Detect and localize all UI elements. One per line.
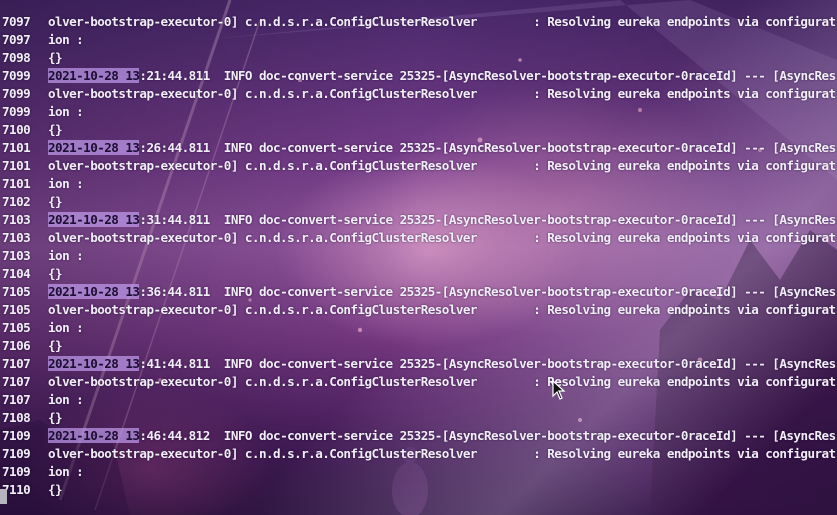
terminal-line: 7103 ion : xyxy=(0,247,84,265)
line-text: {} xyxy=(48,410,63,425)
line-text: ion : xyxy=(48,464,84,479)
line-text: :31:44.811 INFO doc-convert-service 2532… xyxy=(139,212,836,227)
line-number: 7103 xyxy=(2,212,31,227)
line-text: olver-bootstrap-executor-0] c.n.d.s.r.a.… xyxy=(48,374,836,389)
search-highlight: 2021-10-28 13 xyxy=(48,356,140,371)
terminal-line: 7109 2021-10-28 13:46:44.812 INFO doc-con… xyxy=(0,427,836,445)
line-text: olver-bootstrap-executor-0] c.n.d.s.r.a.… xyxy=(48,302,836,317)
terminal-line: 7109 ion : xyxy=(0,463,84,481)
line-number: 7106 xyxy=(2,338,31,353)
line-text: olver-bootstrap-executor-0] c.n.d.s.r.a.… xyxy=(48,14,836,29)
line-text: {} xyxy=(48,194,63,209)
line-text: olver-bootstrap-executor-0] c.n.d.s.r.a.… xyxy=(48,446,836,461)
line-text: ion : xyxy=(48,32,84,47)
line-number: 7103 xyxy=(2,230,31,245)
terminal-line: 7100 {} xyxy=(0,121,63,139)
line-number: 7102 xyxy=(2,194,31,209)
line-text: :46:44.812 INFO doc-convert-service 2532… xyxy=(139,428,836,443)
line-text: :41:44.811 INFO doc-convert-service 2532… xyxy=(139,356,836,371)
line-text: {} xyxy=(48,338,63,353)
terminal-output[interactable]: 7097 olver-bootstrap-executor-0] c.n.d.s.… xyxy=(0,0,837,515)
line-text: {} xyxy=(48,50,63,65)
line-number: 7108 xyxy=(2,410,31,425)
terminal-line: 7099 olver-bootstrap-executor-0] c.n.d.s.… xyxy=(0,85,836,103)
search-highlight: 2021-10-28 13 xyxy=(48,140,140,155)
line-number: 7101 xyxy=(2,140,31,155)
terminal-line: 7103 olver-bootstrap-executor-0] c.n.d.s.… xyxy=(0,229,836,247)
line-text: :26:44.811 INFO doc-convert-service 2532… xyxy=(139,140,836,155)
line-number: 7107 xyxy=(2,356,31,371)
line-text: :21:44.811 INFO doc-convert-service 2532… xyxy=(139,68,836,83)
line-number: 7110 xyxy=(2,482,31,497)
line-number: 7099 xyxy=(2,104,31,119)
line-number: 7097 xyxy=(2,14,31,29)
line-number: 7099 xyxy=(2,86,31,101)
terminal-line: 7107 ion : xyxy=(0,391,84,409)
terminal-line: 7102 {} xyxy=(0,193,63,211)
line-number: 7101 xyxy=(2,176,31,191)
terminal-line: 7101 2021-10-28 13:26:44.811 INFO doc-con… xyxy=(0,139,836,157)
line-text: olver-bootstrap-executor-0] c.n.d.s.r.a.… xyxy=(48,158,836,173)
line-text: olver-bootstrap-executor-0] c.n.d.s.r.a.… xyxy=(48,230,836,245)
search-highlight: 2021-10-28 13 xyxy=(48,428,140,443)
line-number: 7097 xyxy=(2,32,31,47)
terminal-line: 7107 2021-10-28 13:41:44.811 INFO doc-con… xyxy=(0,355,836,373)
line-text: ion : xyxy=(48,176,84,191)
terminal-line: 7104 {} xyxy=(0,265,63,283)
terminal-line: 7099 2021-10-28 13:21:44.811 INFO doc-con… xyxy=(0,67,836,85)
line-number: 7105 xyxy=(2,284,31,299)
terminal-line: 7109 olver-bootstrap-executor-0] c.n.d.s.… xyxy=(0,445,836,463)
terminal-line: 7105 olver-bootstrap-executor-0] c.n.d.s.… xyxy=(0,301,836,319)
line-number: 7105 xyxy=(2,320,31,335)
terminal-line: 7106 {} xyxy=(0,337,63,355)
terminal-line: 7097 ion : xyxy=(0,31,84,49)
line-number: 7105 xyxy=(2,302,31,317)
search-highlight: 2021-10-28 13 xyxy=(48,68,140,83)
line-text: :36:44.811 INFO doc-convert-service 2532… xyxy=(139,284,836,299)
line-text: ion : xyxy=(48,392,84,407)
terminal-line: 7108 {} xyxy=(0,409,63,427)
line-number: 7104 xyxy=(2,266,31,281)
terminal-line: 7099 ion : xyxy=(0,103,84,121)
search-highlight: 2021-10-28 13 xyxy=(48,284,140,299)
terminal-line: 7107 olver-bootstrap-executor-0] c.n.d.s.… xyxy=(0,373,836,391)
line-number: 7107 xyxy=(2,392,31,407)
line-number: 7098 xyxy=(2,50,31,65)
line-number: 7107 xyxy=(2,374,31,389)
terminal-line: 7101 olver-bootstrap-executor-0] c.n.d.s.… xyxy=(0,157,836,175)
terminal-line: 7101 ion : xyxy=(0,175,84,193)
line-text: {} xyxy=(48,266,63,281)
line-number: 7103 xyxy=(2,248,31,263)
line-number: 7099 xyxy=(2,68,31,83)
line-text: {} xyxy=(48,482,63,497)
terminal-line: 7097 olver-bootstrap-executor-0] c.n.d.s.… xyxy=(0,13,836,31)
terminal-line: 7105 ion : xyxy=(0,319,84,337)
line-number: 7109 xyxy=(2,464,31,479)
line-text: ion : xyxy=(48,248,84,263)
terminal-line: 7103 2021-10-28 13:31:44.811 INFO doc-con… xyxy=(0,211,836,229)
terminal-cursor xyxy=(0,489,7,504)
line-number: 7100 xyxy=(2,122,31,137)
line-text: ion : xyxy=(48,104,84,119)
line-text: {} xyxy=(48,122,63,137)
search-highlight: 2021-10-28 13 xyxy=(48,212,140,227)
terminal-line: 7098 {} xyxy=(0,49,63,67)
terminal-line: 7105 2021-10-28 13:36:44.811 INFO doc-con… xyxy=(0,283,836,301)
line-text: olver-bootstrap-executor-0] c.n.d.s.r.a.… xyxy=(48,86,836,101)
line-number: 7109 xyxy=(2,446,31,461)
line-number: 7109 xyxy=(2,428,31,443)
mouse-pointer-icon xyxy=(552,380,566,400)
line-text: ion : xyxy=(48,320,84,335)
line-number: 7101 xyxy=(2,158,31,173)
terminal-line: 7110 {} xyxy=(0,481,63,499)
